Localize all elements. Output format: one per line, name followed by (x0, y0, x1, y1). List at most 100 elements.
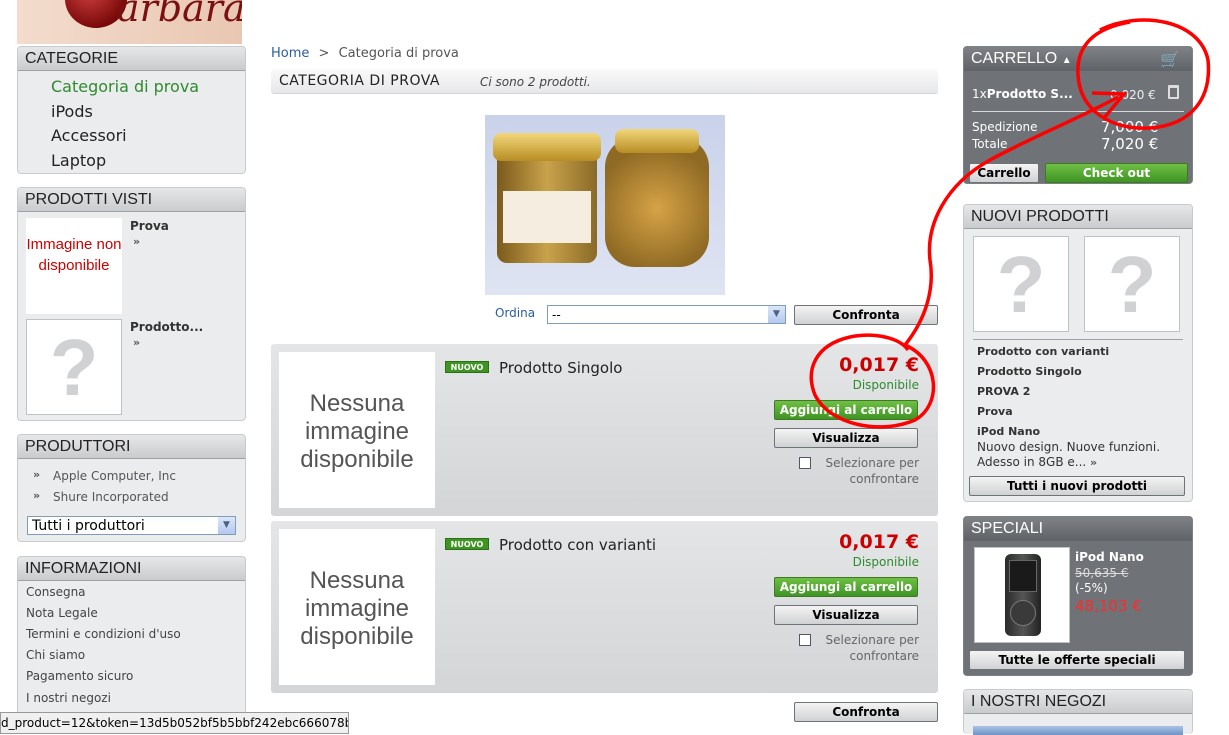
divider (973, 339, 1183, 340)
manufacturer-select-value: Tutti i produttori (32, 518, 145, 534)
view-product-button[interactable]: Visualizza (774, 428, 918, 448)
double-chevron-right-icon: » (33, 468, 41, 481)
ipod-nano-image[interactable] (974, 547, 1070, 643)
compare-checkbox[interactable] (799, 457, 811, 469)
categories-block: CATEGORIE Categoria di prova iPods Acces… (17, 46, 246, 174)
new-badge: NUOVO (445, 361, 489, 373)
breadcrumb-current: Categoria di prova (338, 46, 459, 61)
special-product-name[interactable]: iPod Nano (1075, 550, 1144, 564)
sort-select[interactable]: -- ▼ (547, 305, 786, 324)
question-mark-image-icon[interactable]: ? (973, 236, 1069, 332)
category-image (485, 115, 725, 295)
new-product-description: Nuovo design. Nuove funzioni. Adesso in … (977, 440, 1189, 470)
categories-title: CATEGORIE (18, 47, 245, 71)
double-chevron-right-icon: » (33, 489, 41, 502)
trash-icon[interactable] (1168, 85, 1179, 99)
specials-title: SPECIALI (964, 517, 1192, 541)
double-chevron-right-icon[interactable]: » (133, 336, 140, 349)
caret-up-icon[interactable]: ▲ (1062, 55, 1072, 66)
product-row: Nessuna immagine disponibile NUOVO Prodo… (271, 344, 938, 516)
manufacturer-link[interactable]: Shure Incorporated (53, 490, 169, 504)
cart-item-price: 0,020 € (1110, 88, 1156, 102)
category-header: CATEGORIA DI PROVA Ci sono 2 prodotti. (271, 69, 938, 94)
total-label: Totale (972, 137, 1008, 151)
manufacturers-title: PRODUTTORI (18, 435, 245, 459)
cart-button[interactable]: Carrello (969, 163, 1039, 183)
product-image-placeholder[interactable]: Nessuna immagine disponibile (279, 529, 435, 685)
cart-title-text: CARRELLO (971, 50, 1058, 67)
new-badge: NUOVO (445, 538, 489, 550)
shopping-cart-icon[interactable]: 🛒 (1160, 50, 1180, 69)
compare-label: Selezionare per confrontare (825, 633, 919, 663)
category-link-laptop[interactable]: Laptop (51, 151, 106, 170)
product-name[interactable]: Prodotto Singolo (499, 359, 622, 377)
add-to-cart-button[interactable]: Aggiungi al carrello (774, 400, 918, 420)
sort-label: Ordina (495, 306, 536, 320)
shipping-value: 7,000 € (1101, 118, 1159, 136)
info-link-pagamento-sicuro[interactable]: Pagamento sicuro (26, 669, 133, 683)
compare-label: Selezionare per confrontare (825, 456, 919, 486)
availability-status: Disponibile (852, 555, 919, 569)
specials-block: SPECIALI iPod Nano 50,635 € (-5%) 48,103… (963, 516, 1193, 676)
double-chevron-right-icon[interactable]: » (1090, 456, 1097, 469)
question-mark-image-icon[interactable]: ? (1084, 236, 1180, 332)
product-image-placeholder[interactable]: Nessuna immagine disponibile (279, 352, 435, 508)
info-link-termini[interactable]: Termini e condizioni d'uso (26, 627, 181, 641)
cart-item-name[interactable]: Prodotto S... (987, 87, 1073, 101)
breadcrumb: Home > Categoria di prova (271, 46, 459, 61)
cart-item-qty: 1x (972, 87, 987, 101)
info-link-consegna[interactable]: Consegna (26, 585, 86, 599)
sort-select-value: -- (552, 308, 561, 322)
special-discount: (-5%) (1075, 581, 1108, 595)
cart-title[interactable]: CARRELLO ▲ (964, 47, 1192, 71)
compare-checkbox[interactable] (799, 634, 811, 646)
breadcrumb-home[interactable]: Home (271, 46, 309, 61)
view-product-button[interactable]: Visualizza (774, 605, 918, 625)
viewed-products-block: PRODOTTI VISTI Immagine non disponibile … (17, 187, 246, 421)
viewed-products-title: PRODOTTI VISTI (18, 188, 245, 212)
info-link-nota-legale[interactable]: Nota Legale (26, 606, 98, 620)
chevron-down-icon[interactable]: ▼ (218, 517, 235, 534)
product-row: Nessuna immagine disponibile NUOVO Prodo… (271, 521, 938, 693)
product-price: 0,017 € (839, 354, 919, 376)
compare-button[interactable]: Confronta (794, 305, 938, 325)
viewed-product-name[interactable]: Prodotto... (130, 320, 203, 334)
info-link-nostri-negozi[interactable]: I nostri negozi (26, 691, 111, 705)
compare-button-bottom[interactable]: Confronta (794, 702, 938, 722)
new-product-link[interactable]: Prova (977, 405, 1013, 418)
new-product-desc-text: Nuovo design. Nuove funzioni. Adesso in … (977, 440, 1161, 469)
viewed-product-name[interactable]: Prova (130, 219, 169, 233)
cart-divider (972, 111, 1184, 112)
info-link-chi-siamo[interactable]: Chi siamo (26, 648, 85, 662)
all-specials-button[interactable]: Tutte le offerte speciali (969, 650, 1185, 670)
special-new-price: 48,103 € (1075, 597, 1142, 615)
new-product-link[interactable]: PROVA 2 (977, 385, 1030, 398)
double-chevron-right-icon[interactable]: » (133, 235, 140, 248)
checkout-button[interactable]: Check out (1045, 163, 1188, 183)
shop-logo[interactable]: arbara (17, 0, 242, 44)
new-product-link[interactable]: iPod Nano (977, 425, 1040, 438)
new-products-title: NUOVI PRODOTTI (964, 205, 1192, 229)
all-new-products-button[interactable]: Tutti i nuovi prodotti (969, 476, 1185, 496)
manufacturers-block: PRODUTTORI » Apple Computer, Inc » Shure… (17, 434, 246, 542)
question-mark-image-icon[interactable]: ? (26, 319, 122, 415)
category-link-categoria-di-prova[interactable]: Categoria di prova (51, 77, 199, 96)
new-product-link[interactable]: Prodotto Singolo (977, 365, 1082, 378)
product-count: Ci sono 2 prodotti. (480, 75, 591, 89)
category-link-ipods[interactable]: iPods (51, 102, 93, 121)
cart-item: 1xProdotto S... (972, 87, 1073, 101)
add-to-cart-button[interactable]: Aggiungi al carrello (774, 577, 918, 597)
product-name[interactable]: Prodotto con varianti (499, 536, 656, 554)
total-value: 7,020 € (1101, 135, 1159, 153)
manufacturer-select[interactable]: Tutti i produttori ▼ (27, 516, 236, 535)
viewed-product-image[interactable]: Immagine non disponibile (26, 218, 122, 314)
category-link-accessori[interactable]: Accessori (51, 126, 127, 145)
chevron-down-icon[interactable]: ▼ (768, 306, 785, 323)
info-title: INFORMAZIONI (18, 557, 245, 581)
page-title: CATEGORIA DI PROVA (279, 73, 440, 89)
shipping-label: Spedizione (972, 120, 1038, 134)
stores-block: I NOSTRI NEGOZI (963, 689, 1193, 735)
manufacturer-link[interactable]: Apple Computer, Inc (53, 469, 176, 483)
product-price: 0,017 € (839, 531, 919, 553)
new-product-link[interactable]: Prodotto con varianti (977, 345, 1109, 358)
